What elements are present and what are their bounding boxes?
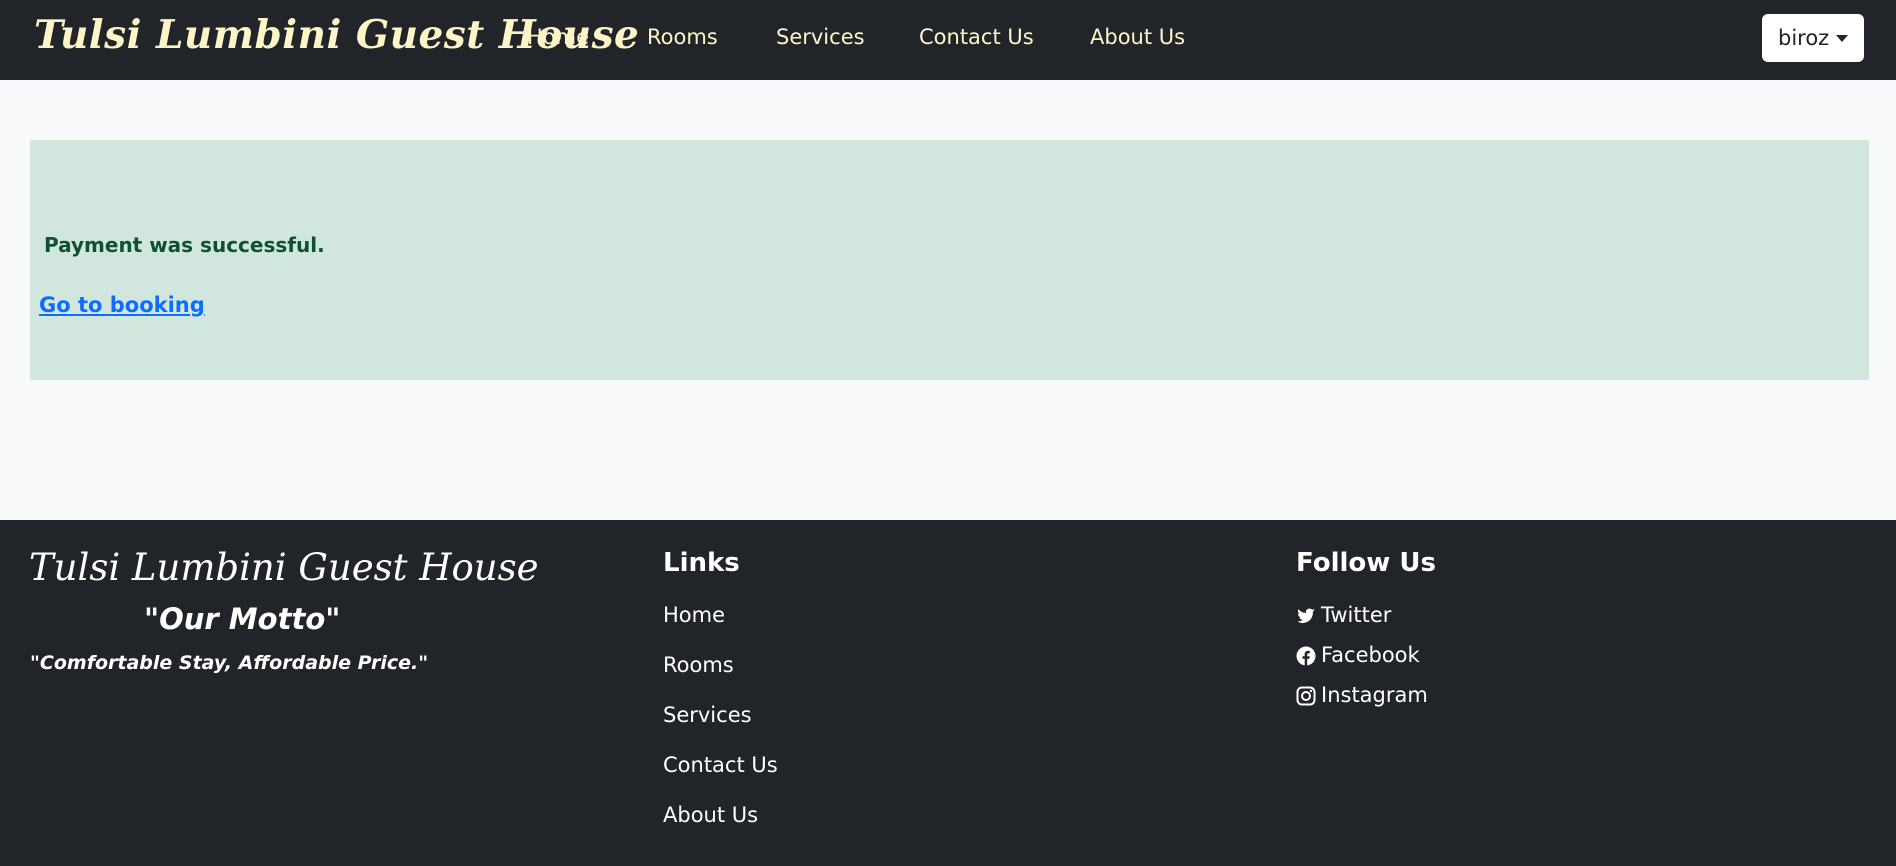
twitter-icon <box>1297 608 1315 624</box>
footer-links-heading: Links <box>663 548 740 578</box>
footer-link-services[interactable]: Services <box>663 703 752 727</box>
user-dropdown-button[interactable]: biroz <box>1762 14 1864 62</box>
nav-contact-us[interactable]: Contact Us <box>919 25 1034 49</box>
payment-success-message: Payment was successful. <box>44 233 325 257</box>
footer-link-home[interactable]: Home <box>663 603 725 627</box>
social-link-twitter[interactable]: Twitter <box>1296 603 1406 629</box>
footer-follow-heading: Follow Us <box>1296 548 1436 578</box>
footer-link-rooms[interactable]: Rooms <box>663 653 734 677</box>
nav-rooms[interactable]: Rooms <box>647 25 718 49</box>
social-label-facebook: Facebook <box>1321 643 1420 667</box>
footer-link-about-us[interactable]: About Us <box>663 803 758 827</box>
footer-motto: "Our Motto" <box>144 602 341 636</box>
instagram-icon <box>1296 686 1316 706</box>
footer-link-contact-us[interactable]: Contact Us <box>663 753 778 777</box>
social-label-instagram: Instagram <box>1321 683 1428 707</box>
caret-down-icon <box>1836 35 1848 42</box>
site-footer: Tulsi Lumbini Guest House "Our Motto" "C… <box>0 520 1896 866</box>
nav-home[interactable]: Home <box>527 25 589 49</box>
nav-services[interactable]: Services <box>776 25 865 49</box>
social-label-twitter: Twitter <box>1321 603 1392 627</box>
footer-tagline: "Comfortable Stay, Affordable Price." <box>30 652 429 674</box>
nav-about-us[interactable]: About Us <box>1090 25 1185 49</box>
go-to-booking-link[interactable]: Go to booking <box>39 293 205 317</box>
social-link-facebook[interactable]: Facebook <box>1296 643 1426 669</box>
top-navbar: Tulsi Lumbini Guest House Home Rooms Ser… <box>0 0 1896 80</box>
user-name: biroz <box>1778 26 1830 50</box>
footer-brand: Tulsi Lumbini Guest House <box>29 546 539 589</box>
success-alert: Payment was successful. Go to booking <box>30 140 1869 380</box>
social-link-instagram[interactable]: Instagram <box>1296 683 1431 709</box>
facebook-icon <box>1296 646 1316 666</box>
